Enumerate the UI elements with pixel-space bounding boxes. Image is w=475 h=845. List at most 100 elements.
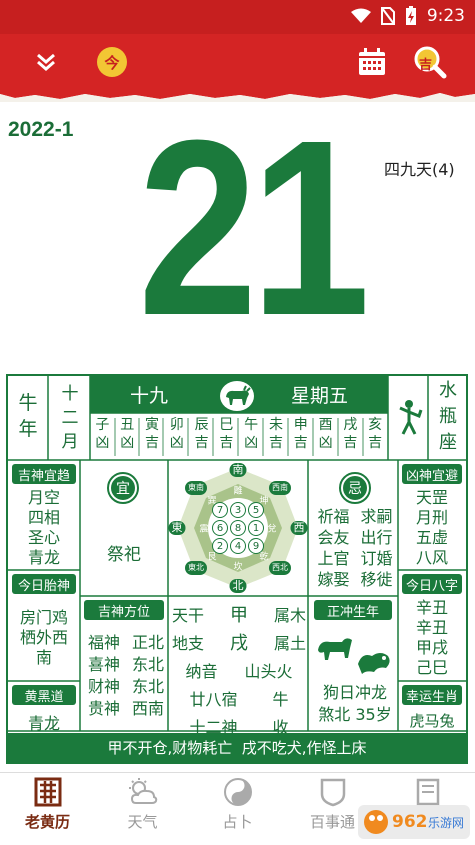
hour-cell: 子凶 [90,416,115,458]
jishen-title: 吉神宜趋 [12,464,76,484]
aquarius-icon [399,400,423,435]
almanac-icon [34,777,61,807]
lunar-month: 十 二 月 [61,384,79,452]
trigram-label: 離 [233,486,243,497]
no-sim-icon [380,7,395,25]
xiongshen-list: 天罡 月刑 五虚 八风 [415,488,448,567]
lunar-day: 十九 [130,385,169,407]
zodiac-sign-figure [394,398,424,438]
hour-cell: 未吉 [264,416,289,458]
taishen-title: 今日胎神 [12,574,76,594]
luoshu-number: 3 [230,502,246,518]
double-chevron-down-icon [37,53,55,71]
chong-title: 正冲生年 [314,600,392,620]
jishen-dir-row: 贵神 西南 [84,698,168,720]
hour-luck: 吉 [343,435,358,451]
collapse-button[interactable] [28,44,64,80]
hour-luck: 凶 [120,435,135,451]
ganzhi-info: 天干 甲 属木 地支 戌 属土 纳音 山头火 廿八宿 牛 十二神 收 [172,602,306,742]
hour-branch: 亥 [368,417,383,433]
feng-shui-compass: 南北東西東南 西南 東北 西北巽離坤震兌艮坎乾 735681249 [168,460,308,596]
ji-char: 吉 [419,58,433,73]
hour-branch: 寅 [144,417,159,433]
hour-branch: 戌 [343,417,358,433]
compass-east: 東 [168,521,186,535]
year-month[interactable]: 2022-1 [8,118,73,142]
tab-weather[interactable]: 天气 [95,777,190,841]
ji-list: 祈福 求嗣 会友 出行 上官 订婚 嫁娶 移徙 [317,507,393,589]
hour-cell: 酉凶 [313,416,338,458]
luoshu-number: 2 [212,538,228,554]
compass-west: 西 [290,521,308,535]
svg-text:乐游网: 乐游网 [428,816,464,830]
tab-divination[interactable]: 占卜 [190,777,285,841]
hour-cell: 亥吉 [363,416,388,458]
luoshu-number: 1 [248,520,264,536]
svg-text:962: 962 [392,812,428,832]
hour-luck: 凶 [95,435,110,451]
hour-branch: 子 [95,417,110,433]
jishen-dir-list: 福神 正北 喜神 东北 财神 东北 贵神 西南 [84,632,168,720]
luoshu-number: 4 [230,538,246,554]
hour-branch: 卯 [169,417,184,433]
jishen-dir-row: 福神 正北 [84,632,168,654]
huangdao-value: 青龙 [27,714,60,733]
jishen-dir-row: 喜神 东北 [84,654,168,676]
chong-animals [314,626,394,678]
bazi-title: 今日八字 [402,574,462,594]
bottom-tab-bar: 老黄历 天气 占卜 百事通 962 乐游网 [0,772,475,845]
hour-cell: 丑凶 [115,416,140,458]
luoshu-number: 8 [230,520,246,536]
yi-text: 祭祀 [107,545,141,565]
ganzhi-year: 牛 年 [18,392,38,440]
luoshu-number: 7 [212,502,228,518]
xiongshen-title: 凶神宜避 [402,464,462,484]
hour-branch: 未 [268,417,283,433]
hour-luck: 吉 [368,435,383,451]
hour-luck: 吉 [219,435,234,451]
hour-cell: 辰吉 [189,416,214,458]
hour-luck: 吉 [293,435,308,451]
hour-branch: 辰 [194,417,209,433]
hour-luck: 吉 [194,435,209,451]
ox-icon [226,385,251,405]
search-ji-button[interactable]: 吉 [412,44,448,80]
lucky-title: 幸运生肖 [402,685,462,705]
hour-luck: 吉 [144,435,159,451]
deity-direction: 西南 [131,699,164,718]
huangdao-title: 黄黑道 [12,685,76,705]
luoshu-number: 5 [248,502,264,518]
trigram-label: 坎 [233,562,243,573]
today-icon: 今 [97,47,127,77]
compass-southwest: 西南 [269,481,291,495]
hour-cell: 戌吉 [338,416,363,458]
day-number: 21 [138,88,370,367]
compass-northwest: 西北 [269,561,291,575]
jishen-dir-row: 财神 东北 [84,676,168,698]
weekday: 星期五 [290,385,348,407]
calendar-button[interactable] [354,44,390,80]
compass-northeast: 東北 [185,561,207,575]
deity-direction: 东北 [131,655,164,674]
dizhi-row: 地支 戌 属土 [172,633,306,654]
hour-branch: 酉 [318,417,333,433]
today-button[interactable]: 今 [94,44,130,80]
status-time: 9:23 [426,6,465,26]
status-icons: 9:23 [350,6,465,26]
hour-luck: 凶 [318,435,333,451]
hour-cell: 午凶 [239,416,264,458]
ji-badge: 忌 [339,472,371,504]
jishen-list: 月空 四相 圣心 青龙 [27,488,60,567]
yi-badge: 宜 [107,472,139,504]
compass-grid: 735 681 249 [211,501,265,555]
nayin-row: 纳音 山头火 [185,662,293,681]
tab-almanac[interactable]: 老黄历 [0,777,95,841]
shield-icon [320,778,345,807]
hour-fortunes: 子凶丑凶寅吉卯凶辰吉巳吉午凶未吉申吉酉凶戌吉亥吉 [90,416,388,458]
hour-luck: 凶 [244,435,259,451]
trigram-label: 震 [199,524,209,535]
compass-southeast: 東南 [185,481,207,495]
hour-branch: 午 [244,417,259,433]
hour-cell: 巳吉 [214,416,239,458]
hour-branch: 申 [293,417,308,433]
